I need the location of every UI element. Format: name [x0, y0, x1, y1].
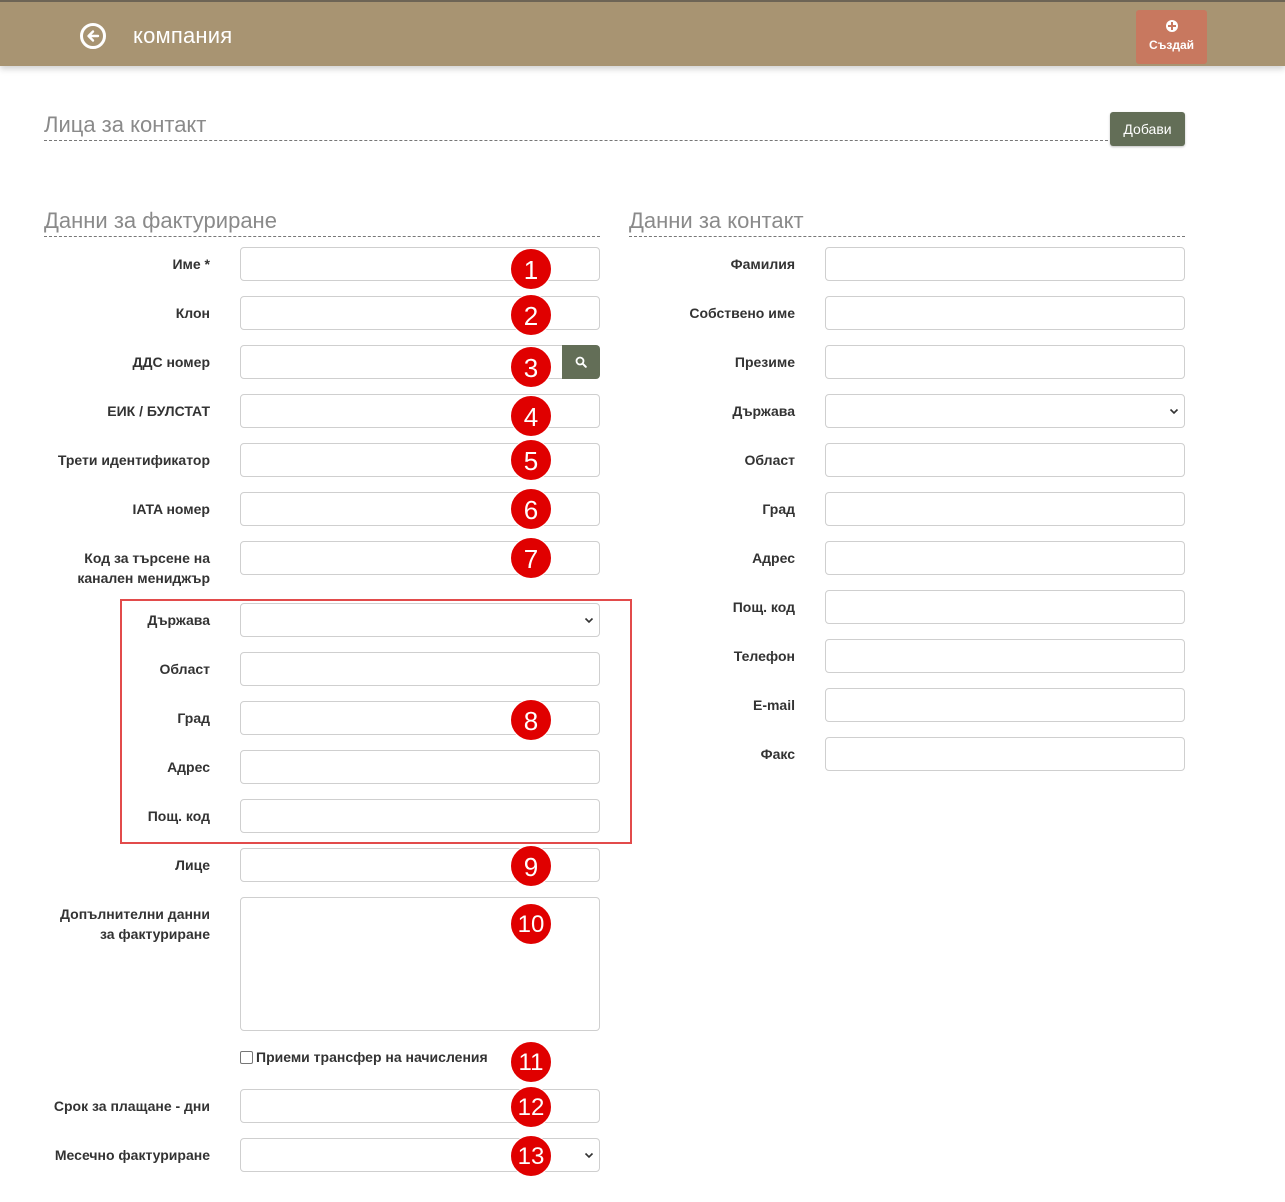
create-button[interactable]: Създай	[1136, 10, 1207, 64]
contact-region-field[interactable]	[825, 443, 1185, 477]
add-contact-button[interactable]: Добави	[1110, 112, 1185, 146]
annotation-badge: 1	[510, 248, 552, 290]
phone-label: Телефон	[733, 648, 795, 664]
phone-field[interactable]	[825, 639, 1185, 673]
middle-name-label: Презиме	[734, 354, 795, 370]
first-name-label: Собствено име	[689, 305, 795, 321]
annotation-badge: 10	[510, 903, 552, 945]
contact-address-field[interactable]	[825, 541, 1185, 575]
channel-code-label-line2: канален мениджър	[77, 570, 210, 586]
branch-label: Клон	[175, 305, 210, 321]
billing-postcode-field[interactable]	[240, 799, 600, 833]
eik-label: ЕИК / БУЛСТАТ	[107, 403, 210, 419]
contact-address-label: Адрес	[752, 550, 795, 566]
transfer-checkbox[interactable]	[240, 1050, 253, 1064]
annotation-badge: 4	[510, 395, 552, 437]
billing-address-label: Адрес	[167, 759, 210, 775]
name-label: Име *	[172, 256, 210, 272]
contact-country-label: Държава	[732, 403, 795, 419]
billing-country-select[interactable]	[240, 603, 600, 637]
channel-code-label-line1: Код за търсене на	[84, 550, 210, 566]
vat-label: ДДС номер	[132, 354, 210, 370]
first-name-field[interactable]	[825, 296, 1185, 330]
fax-field[interactable]	[825, 737, 1185, 771]
contact-section-title: Данни за контакт	[629, 208, 1185, 237]
surname-label: Фамилия	[730, 256, 795, 272]
page-title: компания	[133, 23, 233, 48]
third-id-label: Трети идентификатор	[57, 452, 210, 468]
billing-country-label: Държава	[147, 612, 210, 628]
billing-region-field[interactable]	[240, 652, 600, 686]
annotation-badge: 6	[510, 488, 552, 530]
annotation-badge: 13	[510, 1135, 552, 1177]
create-button-label: Създай	[1148, 38, 1195, 52]
billing-section-title: Данни за фактуриране	[44, 208, 600, 237]
contact-postcode-field[interactable]	[825, 590, 1185, 624]
annotation-badge: 5	[510, 439, 552, 481]
fax-label: Факс	[760, 746, 795, 762]
annotation-badge: 8	[510, 699, 552, 741]
contact-city-field[interactable]	[825, 492, 1185, 526]
back-arrow-icon[interactable]	[80, 23, 106, 49]
email-field[interactable]	[825, 688, 1185, 722]
annotation-badge: 12	[510, 1086, 552, 1128]
billing-region-label: Област	[159, 661, 210, 677]
billing-postcode-label: Пощ. код	[147, 808, 210, 824]
billing-city-label: Град	[177, 710, 210, 726]
transfer-checkbox-label: Приеми трансфер на начисления	[256, 1049, 488, 1065]
monthly-billing-label: Месечно фактуриране	[54, 1147, 210, 1163]
transfer-checkbox-row: Приеми трансфер на начисления	[240, 1049, 488, 1065]
annotation-badge: 9	[510, 845, 552, 887]
annotation-badge: 11	[510, 1041, 552, 1083]
surname-field[interactable]	[825, 247, 1185, 281]
contacts-section-title: Лица за контакт	[44, 112, 1108, 141]
extra-billing-label-line2: за фактуриране	[99, 926, 210, 942]
plus-circle-icon	[1165, 20, 1178, 32]
contact-postcode-label: Пощ. код	[732, 599, 795, 615]
contact-city-label: Град	[762, 501, 795, 517]
iata-label: IATA номер	[132, 501, 210, 517]
middle-name-field[interactable]	[825, 345, 1185, 379]
email-label: E-mail	[752, 697, 795, 713]
annotation-badge: 2	[510, 294, 552, 336]
extra-billing-label-line1: Допълнителни данни	[60, 906, 210, 922]
annotation-badge: 7	[510, 537, 552, 579]
payment-term-label: Срок за плащане - дни	[53, 1098, 210, 1114]
person-label: Лице	[175, 857, 210, 873]
contact-country-select[interactable]	[825, 394, 1185, 428]
top-bar: компания Създай	[0, 0, 1285, 66]
contact-region-label: Област	[744, 452, 795, 468]
annotation-badge: 3	[510, 346, 552, 388]
billing-address-field[interactable]	[240, 750, 600, 784]
